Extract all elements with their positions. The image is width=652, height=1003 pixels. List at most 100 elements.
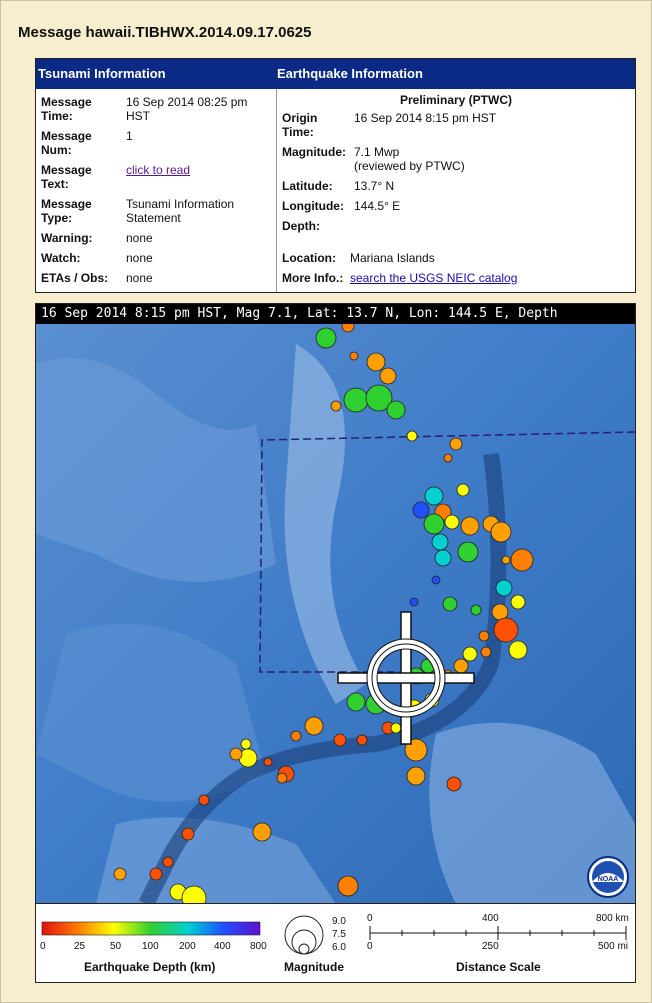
earthquake-marker xyxy=(390,722,402,734)
earthquake-marker xyxy=(446,776,462,792)
earthquake-marker xyxy=(315,327,337,349)
km-tick-400: 400 xyxy=(482,913,499,924)
origin-time-label: Origin Time: xyxy=(282,111,318,139)
mi-tick-500: 500 mi xyxy=(598,941,629,952)
earthquake-marker xyxy=(493,617,519,643)
origin-time-value: 16 Sep 2014 8:15 pm HST xyxy=(354,111,497,125)
earthquake-marker xyxy=(346,692,366,712)
depth-tick-50: 50 xyxy=(110,941,122,952)
earthquake-marker xyxy=(431,533,449,551)
earthquake-marker xyxy=(333,733,347,747)
info-panel: Tsunami Information Earthquake Informati… xyxy=(35,58,636,293)
watch-value: none xyxy=(126,251,153,265)
warning-value: none xyxy=(126,231,153,245)
depth-color-bar xyxy=(41,921,261,936)
map-graphic: NOAA xyxy=(36,304,635,904)
map-legend: 0 25 50 100 200 400 800 Earthquake Depth… xyxy=(35,903,636,983)
earthquake-marker xyxy=(442,596,458,612)
earthquake-marker xyxy=(412,501,430,519)
earthquake-marker xyxy=(406,766,426,786)
earthquake-marker xyxy=(386,400,406,420)
earthquake-marker xyxy=(330,400,342,412)
earthquake-marker xyxy=(198,794,210,806)
earthquake-marker xyxy=(495,579,513,597)
earthquake-marker xyxy=(480,646,492,658)
earthquake-marker xyxy=(490,521,512,543)
earthquake-marker xyxy=(337,875,359,897)
eq-status: Preliminary (PTWC) xyxy=(399,93,513,107)
earthquake-marker xyxy=(449,437,463,451)
warning-label: Warning: xyxy=(41,231,93,245)
distance-legend-title: Distance Scale xyxy=(456,960,541,974)
earthquake-marker xyxy=(409,597,419,607)
click-to-read-link[interactable]: click to read xyxy=(126,163,190,177)
earthquake-marker xyxy=(181,827,195,841)
etas-value: none xyxy=(126,271,153,285)
depth-tick-800: 800 xyxy=(250,941,267,952)
depth-tick-400: 400 xyxy=(214,941,231,952)
earthquake-marker xyxy=(457,541,479,563)
earthquake-marker xyxy=(229,747,243,761)
mi-tick-250: 250 xyxy=(482,941,499,952)
message-type-value: Tsunami Information Statement xyxy=(126,197,235,225)
mag-value-9: 9.0 xyxy=(332,916,346,927)
earthquake-header-label: Earthquake Information xyxy=(277,66,423,81)
earthquake-marker xyxy=(478,630,490,642)
longitude-value: 144.5° E xyxy=(354,199,401,213)
magnitude-label: Magnitude: xyxy=(282,145,346,159)
tsunami-header: Tsunami Information xyxy=(36,59,277,89)
noaa-logo-text: NOAA xyxy=(598,876,619,883)
magnitude-note: (reviewed by PTWC) xyxy=(354,159,465,173)
earthquake-marker xyxy=(434,549,452,567)
earthquake-marker xyxy=(162,856,174,868)
earthquake-header: Earthquake Information xyxy=(277,59,635,89)
earthquake-marker xyxy=(349,351,359,361)
longitude-label: Longitude: xyxy=(282,199,344,213)
earthquake-marker xyxy=(276,772,288,784)
km-tick-0: 0 xyxy=(367,913,373,924)
epicenter-map: 16 Sep 2014 8:15 pm HST, Mag 7.1, Lat: 1… xyxy=(35,303,636,905)
earthquake-marker xyxy=(456,483,470,497)
earthquake-marker xyxy=(510,594,526,610)
message-time-value: 16 Sep 2014 08:25 pm HST xyxy=(126,95,248,123)
message-time-label: Message Time: xyxy=(41,95,92,123)
depth-tick-200: 200 xyxy=(179,941,196,952)
magnitude-value: 7.1 Mwp xyxy=(354,145,400,159)
magnitude-legend-title: Magnitude xyxy=(284,960,344,974)
km-tick-800: 800 km xyxy=(596,913,629,924)
mag-circle-small xyxy=(298,943,310,955)
usgs-catalog-link[interactable]: search the USGS NEIC catalog xyxy=(350,271,517,285)
earthquake-marker xyxy=(263,757,273,767)
page-title: Message hawaii.TIBHWX.2014.09.17.0625 xyxy=(18,24,312,41)
latitude-value: 13.7° N xyxy=(354,179,395,193)
depth-tick-100: 100 xyxy=(142,941,159,952)
message-num-value: 1 xyxy=(126,129,133,143)
depth-tick-0: 0 xyxy=(40,941,46,952)
earthquake-marker xyxy=(423,513,445,535)
earthquake-marker xyxy=(424,486,444,506)
earthquake-marker xyxy=(501,555,511,565)
latitude-label: Latitude: xyxy=(282,179,333,193)
etas-label: ETAs / Obs: xyxy=(41,271,109,285)
map-caption: 16 Sep 2014 8:15 pm HST, Mag 7.1, Lat: 1… xyxy=(36,304,635,324)
column-divider xyxy=(276,89,277,292)
earthquake-marker xyxy=(356,734,368,746)
earthquake-marker xyxy=(508,640,528,660)
mi-tick-0: 0 xyxy=(367,941,373,952)
mag-value-6: 6.0 xyxy=(332,942,346,953)
noaa-logo: NOAA xyxy=(587,856,629,898)
earthquake-marker xyxy=(406,430,418,442)
earthquake-marker xyxy=(460,516,480,536)
earthquake-marker xyxy=(470,604,482,616)
message-type-label: Message Type: xyxy=(41,197,92,225)
earthquake-marker xyxy=(462,646,478,662)
earthquake-marker xyxy=(149,867,163,881)
depth-legend-title: Earthquake Depth (km) xyxy=(84,960,216,974)
earthquake-marker xyxy=(379,367,397,385)
earthquake-marker xyxy=(343,387,369,413)
message-text-label: Message Text: xyxy=(41,163,92,191)
earthquake-marker xyxy=(113,867,127,881)
location-value: Mariana Islands xyxy=(350,251,435,265)
earthquake-marker xyxy=(252,822,272,842)
earthquake-marker xyxy=(304,716,324,736)
